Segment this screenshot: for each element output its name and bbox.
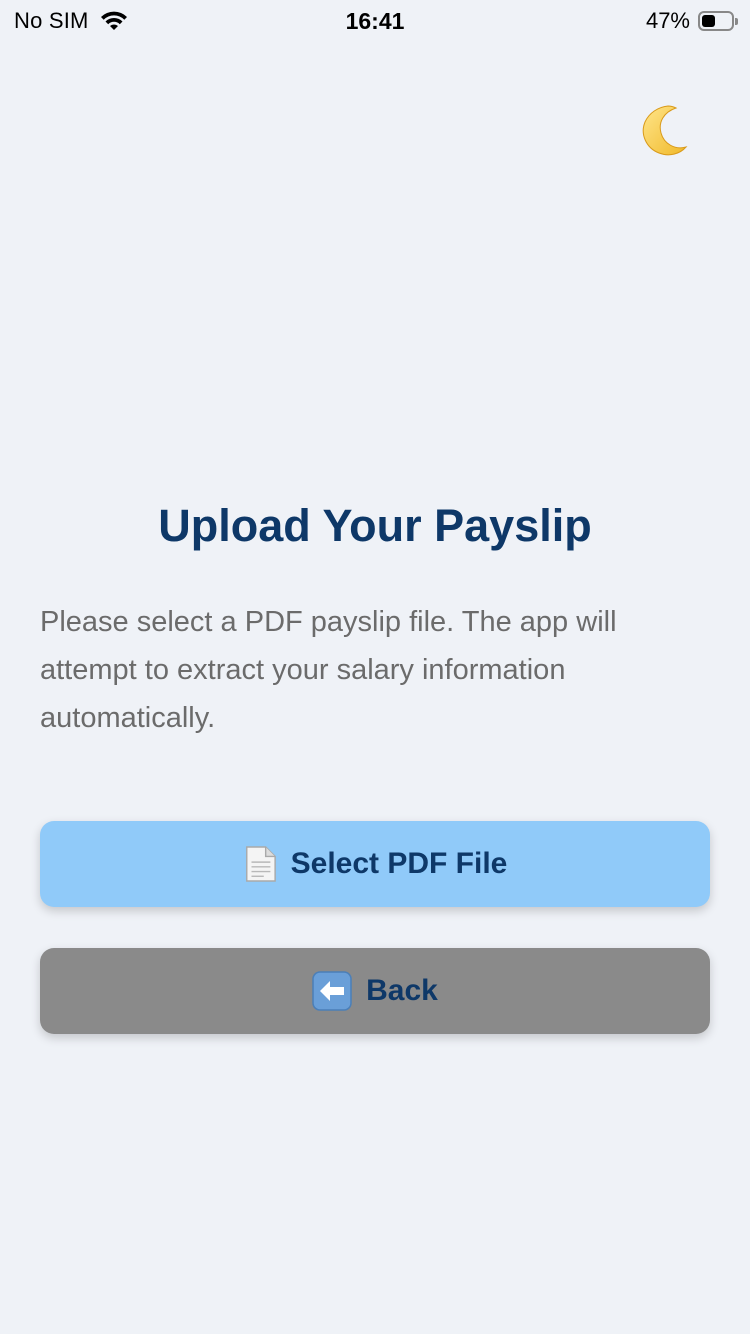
status-time: 16:41 xyxy=(345,8,405,34)
battery-percent: 47% xyxy=(645,8,690,33)
back-button[interactable]: Back xyxy=(40,948,710,1034)
crescent-moon-icon xyxy=(642,105,688,156)
select-pdf-button-label: Select PDF File xyxy=(290,847,508,880)
status-bar: No SIM 16:41 47% xyxy=(0,0,750,40)
select-pdf-button[interactable]: Select PDF File xyxy=(40,821,710,907)
dark-mode-toggle[interactable] xyxy=(634,100,694,160)
back-button-label: Back xyxy=(366,974,438,1007)
battery-level-fill xyxy=(702,15,715,27)
battery-icon xyxy=(698,11,738,31)
page-title: Upload Your Payslip xyxy=(158,500,592,551)
document-icon xyxy=(243,845,277,883)
left-arrow-icon xyxy=(312,971,352,1011)
page-description: Please select a PDF payslip file. The ap… xyxy=(40,606,617,734)
status-right: 47% xyxy=(646,8,738,34)
